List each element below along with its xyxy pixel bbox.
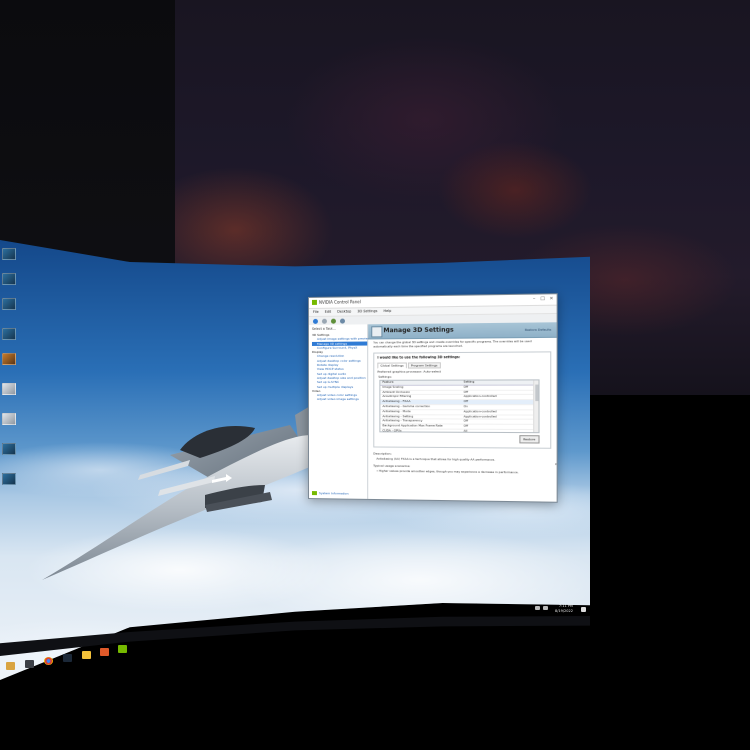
settings-page-icon [371,326,383,338]
mouse-cursor-icon: ↖ [554,462,558,469]
page-title: Manage 3D Settings [383,326,454,335]
page-banner: Manage 3D Settings Restore Defaults [368,322,557,340]
tab-program-settings[interactable]: Program Settings [407,362,441,369]
preferred-processor-select[interactable]: Auto-select [423,369,441,373]
setting-cell[interactable]: Off [462,419,539,424]
setting-cell[interactable]: Off [462,424,539,429]
maximize-button[interactable]: □ [540,297,545,302]
scrollbar-thumb[interactable] [534,384,538,402]
search-icon[interactable] [25,660,34,668]
setting-cell[interactable]: Application-controlled [462,414,539,419]
taskbar-clock[interactable]: 7:11 PM 8/19/2022 [555,604,573,613]
setting-cell[interactable]: Off [462,399,539,404]
tab-global-settings[interactable]: Global Settings [377,362,407,369]
settings-panel: I would like to use the following 3D set… [373,351,558,469]
steam-icon[interactable] [63,654,72,662]
main-content: Manage 3D Settings Restore Defaults You … [368,322,558,502]
menu-3d-settings[interactable]: 3D Settings [357,308,377,315]
minimize-button[interactable]: – [533,297,535,302]
table-row[interactable]: CUDA - GPUs All [380,428,539,434]
typical-usage-body: • Higher values provide smoother edges, … [376,468,519,475]
preferred-processor-label: Preferred graphics processor: [377,369,423,374]
setting-cell[interactable]: All [462,429,539,433]
menu-help[interactable]: Help [383,308,391,315]
volume-icon[interactable] [543,606,548,610]
menu-edit[interactable]: Edit [325,309,332,316]
restore-button[interactable]: Restore [518,435,540,444]
restore-defaults-link[interactable]: Restore Defaults [525,328,551,332]
menu-desktop[interactable]: Desktop [337,308,351,315]
system-info-icon [311,491,317,496]
system-tray-icon[interactable] [535,606,540,610]
tree-item[interactable]: Adjust video image settings [312,397,367,401]
setting-cell[interactable]: Application-controlled [462,394,539,399]
nvidia-logo-icon [311,299,317,305]
system-information-link[interactable]: System Information [311,491,349,496]
home-icon[interactable] [330,318,336,324]
system-information-label: System Information [318,491,349,496]
chrome-icon[interactable] [44,657,53,665]
window-title: NVIDIA Control Panel [318,299,361,305]
task-tree: 3D Settings Adjust image settings with p… [309,332,370,401]
back-icon[interactable] [312,318,318,324]
nvidia-control-panel-window[interactable]: NVIDIA Control Panel – □ × File Edit Des… [308,293,558,503]
nvidia-taskbar-icon[interactable] [118,645,127,653]
table-body: Image Scaling Off Ambient Occlusion Off Anis… [380,384,539,434]
file-explorer-icon[interactable] [82,651,91,659]
close-button[interactable]: × [549,296,553,301]
start-button[interactable] [6,662,15,670]
notification-icon[interactable] [581,607,586,612]
column-header-setting: Setting [463,379,475,384]
page-description: You can change the global 3D settings an… [373,339,532,349]
feature-cell: CUDA - GPUs [382,428,402,433]
forward-icon[interactable] [321,318,327,324]
menu-file[interactable]: File [313,309,319,316]
task-navigation-pane: Select a Task... 3D Settings Adjust imag… [308,324,370,499]
settings-table: Feature Setting Image Scaling Off Ambient … [379,379,540,434]
setting-cell[interactable]: Off [462,384,539,389]
feature-cell: Image Scaling [382,384,404,389]
clock-date: 8/19/2022 [555,608,573,613]
table-scrollbar[interactable] [533,380,539,433]
refresh-icon[interactable] [339,318,346,324]
app-icon[interactable] [100,648,109,656]
